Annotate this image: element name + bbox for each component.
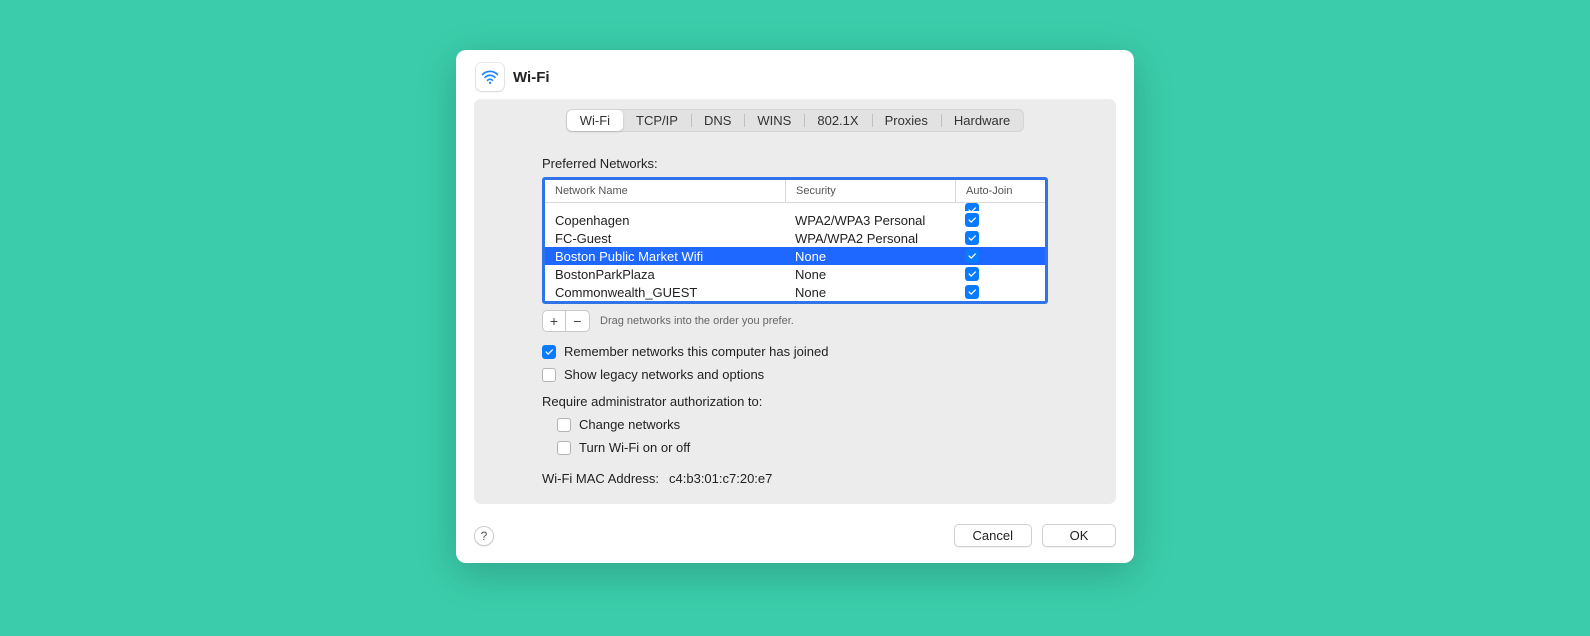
cell-security: None <box>785 283 955 301</box>
wifi-settings-window: Wi-Fi Wi-FiTCP/IPDNSWINS802.1XProxiesHar… <box>456 50 1134 563</box>
window-title: Wi-Fi <box>513 69 550 86</box>
auto-join-checkbox[interactable] <box>965 285 979 299</box>
cell-auto-join <box>955 229 1045 247</box>
col-auto-join[interactable]: Auto-Join <box>955 180 1045 202</box>
col-network-name[interactable]: Network Name <box>545 180 785 202</box>
legacy-networks-checkbox[interactable] <box>542 368 556 382</box>
table-row[interactable]: Commonwealth_GUESTNone <box>545 283 1045 301</box>
table-row[interactable]: CopenhagenWPA2/WPA3 Personal <box>545 211 1045 229</box>
cell-security: None <box>785 247 955 265</box>
change-networks-row[interactable]: Change networks <box>557 417 1048 432</box>
table-row[interactable]: Boston Public Market WifiNone <box>545 247 1045 265</box>
mac-address-value: c4:b3:01:c7:20:e7 <box>669 471 772 486</box>
tab-tcp-ip[interactable]: TCP/IP <box>623 110 691 131</box>
drag-hint: Drag networks into the order you prefer. <box>600 315 794 327</box>
tab-wins[interactable]: WINS <box>744 110 804 131</box>
cell-auto-join <box>955 211 1045 229</box>
table-header: Network Name Security Auto-Join <box>545 180 1045 203</box>
remember-networks-checkbox[interactable] <box>542 345 556 359</box>
table-row[interactable]: FC-GuestWPA/WPA2 Personal <box>545 229 1045 247</box>
ok-button[interactable]: OK <box>1042 524 1116 547</box>
cell-security: None <box>785 265 955 283</box>
cell-auto-join <box>955 283 1045 301</box>
tab-proxies[interactable]: Proxies <box>872 110 941 131</box>
toggle-wifi-checkbox[interactable] <box>557 441 571 455</box>
cell-network-name: BostonParkPlaza <box>545 265 785 283</box>
legacy-networks-label: Show legacy networks and options <box>564 367 764 382</box>
change-networks-checkbox[interactable] <box>557 418 571 432</box>
legacy-networks-row[interactable]: Show legacy networks and options <box>542 367 1048 382</box>
remove-network-button[interactable]: − <box>566 310 590 332</box>
titlebar: Wi-Fi <box>456 50 1134 99</box>
auto-join-checkbox[interactable] <box>965 267 979 281</box>
add-network-button[interactable]: + <box>542 310 566 332</box>
tab-wi-fi[interactable]: Wi-Fi <box>567 110 623 131</box>
remember-networks-label: Remember networks this computer has join… <box>564 344 828 359</box>
add-remove-group: + − <box>542 310 590 332</box>
table-body: xx CopenhagenWPA2/WPA3 PersonalFC-GuestW… <box>545 203 1045 301</box>
auto-join-checkbox[interactable] <box>965 231 979 245</box>
toggle-wifi-row[interactable]: Turn Wi-Fi on or off <box>557 440 1048 455</box>
networks-table[interactable]: Network Name Security Auto-Join xx Copen… <box>542 177 1048 304</box>
mac-address-label: Wi-Fi MAC Address: <box>542 471 659 486</box>
cell-network-name: Boston Public Market Wifi <box>545 247 785 265</box>
table-row[interactable]: BostonParkPlazaNone <box>545 265 1045 283</box>
change-networks-label: Change networks <box>579 417 680 432</box>
mac-address-row: Wi-Fi MAC Address: c4:b3:01:c7:20:e7 <box>542 471 1048 486</box>
tabbar: Wi-FiTCP/IPDNSWINS802.1XProxiesHardware <box>566 109 1025 132</box>
table-row[interactable]: xx <box>545 203 1045 211</box>
cell-auto-join <box>955 265 1045 283</box>
col-security[interactable]: Security <box>785 180 955 202</box>
cell-network-name: Copenhagen <box>545 211 785 229</box>
toggle-wifi-label: Turn Wi-Fi on or off <box>579 440 690 455</box>
wifi-icon <box>476 63 504 91</box>
footer: ? Cancel OK <box>456 516 1134 563</box>
cell-security: WPA2/WPA3 Personal <box>785 211 955 229</box>
cell-auto-join <box>955 247 1045 265</box>
cell-security: WPA/WPA2 Personal <box>785 229 955 247</box>
tab-dns[interactable]: DNS <box>691 110 744 131</box>
help-button[interactable]: ? <box>474 526 494 546</box>
auto-join-checkbox[interactable] <box>965 249 979 263</box>
auto-join-checkbox[interactable] <box>965 213 979 227</box>
remember-networks-row[interactable]: Remember networks this computer has join… <box>542 344 1048 359</box>
cell-network-name: FC-Guest <box>545 229 785 247</box>
preferred-networks-label: Preferred Networks: <box>542 156 1048 171</box>
tab-hardware[interactable]: Hardware <box>941 110 1023 131</box>
cell-network-name: Commonwealth_GUEST <box>545 283 785 301</box>
cancel-button[interactable]: Cancel <box>954 524 1032 547</box>
tab-802-1x[interactable]: 802.1X <box>804 110 871 131</box>
settings-panel: Wi-FiTCP/IPDNSWINS802.1XProxiesHardware … <box>474 99 1116 504</box>
require-auth-label: Require administrator authorization to: <box>542 394 1048 409</box>
